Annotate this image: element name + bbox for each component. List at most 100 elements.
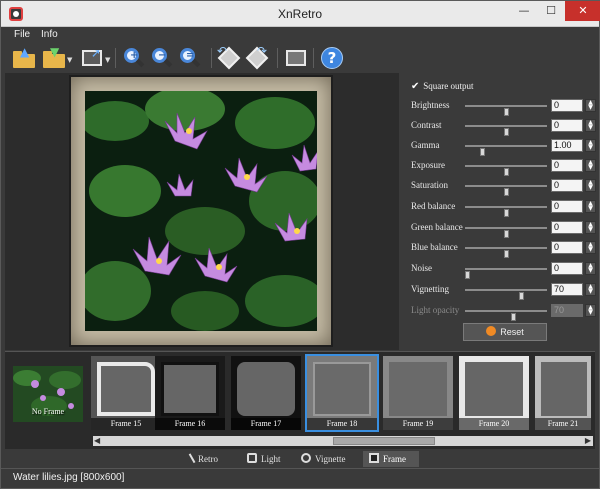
spin-updown-icon[interactable]: ▲ ▼ [585,119,596,132]
slider-thumb[interactable] [504,128,509,136]
rotate-left-button[interactable]: ↶ [217,44,243,70]
minimize-button[interactable]: — [511,1,537,21]
export-button[interactable]: ➚ ▼ [79,46,110,70]
red-balance-input[interactable]: 0 [551,200,583,213]
menu-file[interactable]: File [14,29,30,40]
square-output-checkbox[interactable]: ✔ Square output [411,81,474,92]
vignetting-input[interactable]: 70 [551,283,583,296]
scroll-left-icon[interactable]: ◀ [94,436,100,445]
settings-button[interactable] [283,46,309,70]
spin-updown-icon[interactable]: ▲ ▼ [585,159,596,172]
saturation-slider[interactable] [465,185,547,196]
saturation-input[interactable]: 0 [551,179,583,192]
row-green-balance: Green balance 0 ▲ ▼ [411,221,596,238]
noise-label: Noise [411,263,432,273]
water-lilies-photo [85,91,317,331]
zoom-in-button[interactable]: + [121,46,147,70]
menu-info[interactable]: Info [41,29,58,40]
app-window: XnRetro — ☐ ✕ File Info ▲ ▼ ▼ ➚ ▼ + − = … [0,0,600,489]
maximize-button[interactable]: ☐ [538,1,564,21]
spin-updown-icon[interactable]: ▲ ▼ [585,99,596,112]
close-button[interactable]: ✕ [565,1,600,21]
exposure-input[interactable]: 0 [551,159,583,172]
frame-thumbnail-selected[interactable]: Frame 18 [305,354,379,432]
green-balance-input[interactable]: 0 [551,221,583,234]
save-button[interactable]: ▼ ▼ [41,46,72,70]
spin-updown-icon[interactable]: ▲ ▼ [585,139,596,152]
spin-updown-icon[interactable]: ▲ ▼ [585,200,596,213]
exposure-label: Exposure [411,160,445,170]
frame-strip: No Frame Frame 15 Frame 16 Frame 17 Fram… [5,351,595,449]
spin-updown-icon[interactable]: ▲ ▼ [585,179,596,192]
brush-icon [188,452,197,464]
slider-thumb[interactable] [504,230,509,238]
spin-updown-icon[interactable]: ▲ ▼ [585,262,596,275]
frame-thumbnail-label: Frame 17 [231,418,301,430]
open-button[interactable]: ▲ [11,46,37,70]
scrollbar-thumb[interactable] [333,437,435,445]
vignetting-slider[interactable] [465,289,547,300]
frame-icon [369,453,379,463]
gamma-input[interactable]: 1.00 [551,139,583,152]
red-balance-slider[interactable] [465,206,547,217]
contrast-slider[interactable] [465,125,547,136]
slider-thumb[interactable] [504,250,509,258]
rotate-right-button[interactable]: ↷ [245,44,271,70]
spin-updown-icon[interactable]: ▲ ▼ [585,221,596,234]
light-icon [247,453,257,463]
gamma-slider[interactable] [465,145,547,156]
slider-thumb[interactable] [480,148,485,156]
photo-canvas[interactable] [69,75,333,347]
scroll-right-icon[interactable]: ▶ [585,436,591,445]
blue-balance-input[interactable]: 0 [551,241,583,254]
row-saturation: Saturation 0 ▲ ▼ [411,179,596,196]
noise-input[interactable]: 0 [551,262,583,275]
contrast-input[interactable]: 0 [551,119,583,132]
blue-balance-slider[interactable] [465,247,547,258]
reset-button[interactable]: Reset [463,323,547,341]
frame-thumbnail-label: Frame 21 [535,418,591,430]
slider-thumb[interactable] [465,271,470,279]
toolbar-separator [211,48,212,68]
vignette-icon [301,453,311,463]
slider-thumb[interactable] [504,209,509,217]
zoom-fit-button[interactable]: = [177,46,203,70]
frame-thumbnail[interactable]: Frame 19 [383,356,453,430]
tab-light[interactable]: Light [239,451,293,467]
exposure-slider[interactable] [465,165,547,176]
frame-thumbnail[interactable]: Frame 17 [231,356,301,430]
tab-retro[interactable]: Retro [183,451,237,467]
no-frame-thumbnail[interactable]: No Frame [13,366,83,422]
zoom-out-button[interactable]: − [149,46,175,70]
green-balance-slider[interactable] [465,227,547,238]
slider-thumb[interactable] [519,292,524,300]
row-light-opacity: Light opacity 70 ▲ ▼ [411,304,596,321]
help-button[interactable]: ? [319,46,345,70]
light-opacity-input: 70 [551,304,583,317]
frame-thumbnail[interactable]: Frame 15 [91,356,161,430]
status-bar: Water lilies.jpg [800x600] [1,468,599,488]
slider-thumb[interactable] [504,168,509,176]
frame-thumbnail[interactable]: Frame 21 [535,356,591,430]
window-title: XnRetro [277,7,323,21]
brightness-slider[interactable] [465,105,547,116]
toolbar-separator [313,48,314,68]
spin-updown-icon[interactable]: ▲ ▼ [585,283,596,296]
tab-frame[interactable]: Frame [363,451,419,467]
light-opacity-label: Light opacity [411,305,460,315]
brightness-input[interactable]: 0 [551,99,583,112]
spin-updown-icon[interactable]: ▲ ▼ [585,241,596,254]
help-icon: ? [321,47,343,69]
noise-slider[interactable] [465,268,547,279]
row-red-balance: Red balance 0 ▲ ▼ [411,200,596,217]
row-blue-balance: Blue balance 0 ▲ ▼ [411,241,596,258]
slider-thumb[interactable] [504,108,509,116]
frame-thumbnail-label: Frame 20 [459,418,529,430]
water-lilies-image [85,91,317,331]
tab-vignette[interactable]: Vignette [295,451,361,467]
frame-thumbnail[interactable]: Frame 16 [155,356,225,430]
frame-thumbnail[interactable]: Frame 20 [459,356,529,430]
slider-thumb[interactable] [504,188,509,196]
strip-scrollbar[interactable]: ◀ ▶ [93,436,593,446]
brightness-label: Brightness [411,100,450,110]
